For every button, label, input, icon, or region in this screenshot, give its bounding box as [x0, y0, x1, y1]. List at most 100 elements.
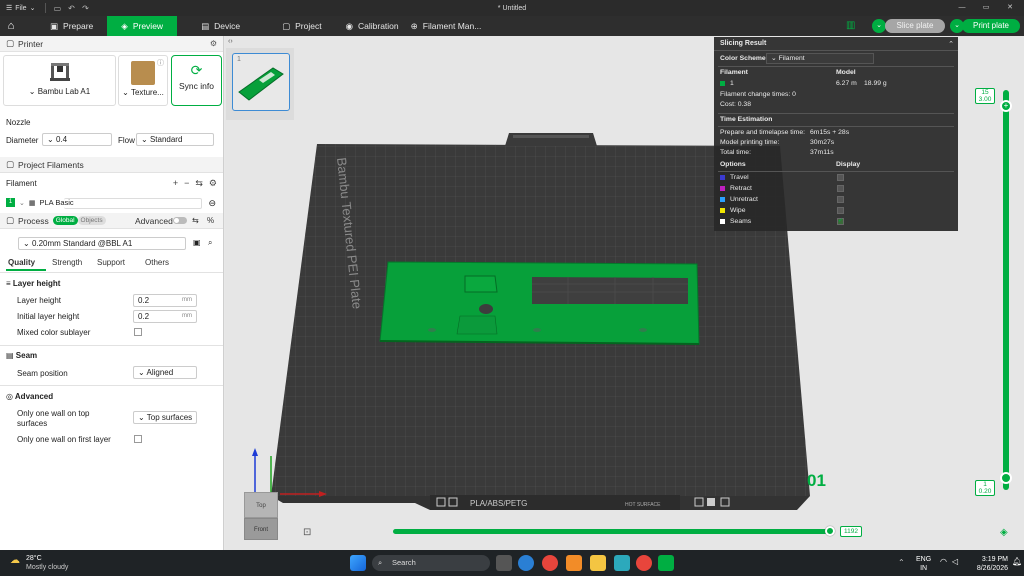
compare-icon[interactable]: ⇆	[192, 216, 199, 225]
global-toggle[interactable]: Global	[52, 216, 78, 225]
tab-prepare[interactable]: ▣ Prepare	[36, 16, 107, 36]
chrome-icon-2[interactable]	[636, 555, 652, 571]
app-icon-2[interactable]	[614, 555, 630, 571]
notification-icon[interactable]: 🔔︎	[1012, 557, 1022, 566]
layout-icon[interactable]: ▥	[846, 20, 855, 31]
weather-temp[interactable]: 28°C	[26, 555, 42, 562]
view-cube[interactable]: Top Front	[244, 492, 280, 542]
advanced-label: Advanced	[135, 216, 173, 226]
one-wall-top-select[interactable]: ⌄ Top surfaces	[133, 411, 197, 424]
layer-height-input[interactable]: 0.2 mm	[133, 294, 197, 307]
travel-display-checkbox[interactable]	[837, 174, 844, 181]
tab-others[interactable]: Others	[145, 258, 169, 271]
unretract-display-checkbox[interactable]	[837, 196, 844, 203]
print-plate-button[interactable]: Print plate	[962, 19, 1020, 33]
hot-surface-label: HOT SURFACE	[625, 502, 661, 508]
undo-icon[interactable]: ↶	[64, 4, 78, 13]
option-travel: Travel	[720, 174, 749, 181]
prepare-icon: ▣	[50, 20, 59, 31]
move-slider[interactable]	[393, 529, 832, 534]
edge-icon[interactable]	[518, 555, 534, 571]
file-menu[interactable]: ☰ File ⌄	[0, 4, 41, 13]
filament-column-label: Filament	[6, 179, 37, 188]
fit-view-icon[interactable]: ⊡	[303, 527, 311, 538]
home-icon[interactable]: ⌂	[0, 20, 22, 32]
app-icon[interactable]	[566, 555, 582, 571]
chevron-down-icon: ⌄	[29, 5, 36, 12]
filament-settings-icon[interactable]: ⚙	[209, 178, 217, 189]
search-icon[interactable]: ⌕	[208, 238, 212, 248]
initial-layer-height-input[interactable]: 0.2 mm	[133, 310, 197, 323]
mixed-color-checkbox[interactable]	[134, 328, 142, 336]
layer-slider-bottom-knob[interactable]	[1000, 472, 1012, 484]
seams-display-checkbox[interactable]: ✓	[837, 218, 844, 225]
tab-quality[interactable]: Quality	[6, 258, 46, 271]
layer-slider[interactable]	[1003, 90, 1009, 490]
minimize-icon[interactable]: —	[950, 0, 974, 16]
flow-select[interactable]: ⌄ Standard	[136, 133, 214, 146]
collapse-icon[interactable]: ⌃	[948, 40, 954, 48]
printer-settings-icon[interactable]: ⚙	[210, 39, 217, 48]
percent-icon[interactable]: %	[207, 216, 214, 225]
seam-position-select[interactable]: ⌄ Aligned	[133, 366, 197, 379]
tray-chevron-icon[interactable]: ⌃	[898, 558, 905, 567]
language-indicator[interactable]: ENG IN	[916, 555, 931, 573]
add-filament-icon[interactable]: +	[173, 178, 178, 189]
layer-slider-top-knob[interactable]: +	[1000, 100, 1012, 112]
hamburger-icon: ☰	[6, 5, 13, 12]
task-view-icon[interactable]	[496, 555, 512, 571]
sync-filament-icon[interactable]: ⇆	[195, 178, 203, 189]
advanced-toggle[interactable]	[173, 217, 187, 224]
close-icon[interactable]: ✕	[998, 0, 1022, 16]
maximize-icon[interactable]: ▭	[974, 0, 998, 16]
tab-strength[interactable]: Strength	[46, 258, 97, 271]
textured-plate-icon	[131, 61, 155, 85]
tab-project[interactable]: ▢ Project	[268, 16, 336, 36]
tab-device[interactable]: ▤ Device	[187, 16, 254, 36]
diameter-label: Diameter	[6, 136, 39, 145]
tab-filament-manager[interactable]: ⊕ Filament Man...	[405, 16, 488, 36]
windows-taskbar: ☁ 28°C Mostly cloudy ⌕ Search ⌃ ENG IN ◠ …	[0, 550, 1024, 576]
sync-info-button[interactable]: ⟳ Sync info	[171, 55, 222, 106]
file-explorer-icon[interactable]	[590, 555, 606, 571]
prepare-time-label: Prepare and timelapse time:	[720, 129, 806, 136]
info-icon[interactable]: ⓘ	[157, 58, 164, 68]
color-scheme-select[interactable]: ⌄ Filament	[766, 53, 874, 64]
remove-circle-icon[interactable]: ⊖	[208, 198, 216, 209]
view-cube-top[interactable]: Top	[244, 492, 278, 518]
option-seams: Seams	[720, 218, 751, 225]
process-preset-select[interactable]: ⌄ 0.20mm Standard @BBL A1	[18, 237, 186, 250]
weather-desc[interactable]: Mostly cloudy	[26, 564, 68, 571]
one-wall-first-checkbox[interactable]	[134, 435, 142, 443]
options-col-header: Options	[720, 161, 746, 168]
diameter-select[interactable]: ⌄ 0.4	[42, 133, 112, 146]
process-tabs: Quality Strength Support Others	[6, 258, 169, 271]
tab-support[interactable]: Support	[97, 258, 145, 271]
layers-icon[interactable]: ◈	[1000, 527, 1008, 538]
wipe-display-checkbox[interactable]	[837, 207, 844, 214]
volume-icon[interactable]: ◁	[952, 557, 958, 566]
save-preset-icon[interactable]: ▣	[193, 238, 201, 247]
printer-selector[interactable]: ⌄ Bambu Lab A1	[3, 55, 116, 106]
slice-plate-button[interactable]: Slice plate	[885, 19, 945, 33]
tab-calibration[interactable]: ◉ Calibration	[340, 16, 405, 36]
wifi-icon[interactable]: ◠	[940, 557, 947, 566]
redo-icon[interactable]: ↷	[78, 4, 92, 13]
start-icon[interactable]	[350, 555, 366, 571]
save-icon[interactable]: ▭	[50, 4, 64, 13]
taskbar-search[interactable]: ⌕ Search	[372, 555, 490, 571]
move-slider-knob[interactable]	[825, 526, 835, 536]
time-estimation-title: Time Estimation	[720, 116, 773, 123]
chrome-icon[interactable]	[542, 555, 558, 571]
remove-filament-icon[interactable]: −	[184, 178, 189, 189]
objects-toggle[interactable]: Objects	[77, 216, 106, 225]
bambu-studio-icon[interactable]	[658, 555, 674, 571]
plate-type-selector[interactable]: ⓘ ⌄ Texture...	[118, 55, 168, 106]
view-cube-front[interactable]: Front	[244, 518, 278, 540]
retract-display-checkbox[interactable]	[837, 185, 844, 192]
chevron-down-icon: ⌄	[28, 87, 38, 96]
slice-dropdown-button[interactable]: ⌄	[872, 19, 886, 33]
tab-preview[interactable]: ◈ Preview	[107, 16, 178, 36]
clock[interactable]: 3:19 PM 8/26/2026	[968, 555, 1008, 573]
model-length: 6.27 m	[836, 80, 857, 87]
